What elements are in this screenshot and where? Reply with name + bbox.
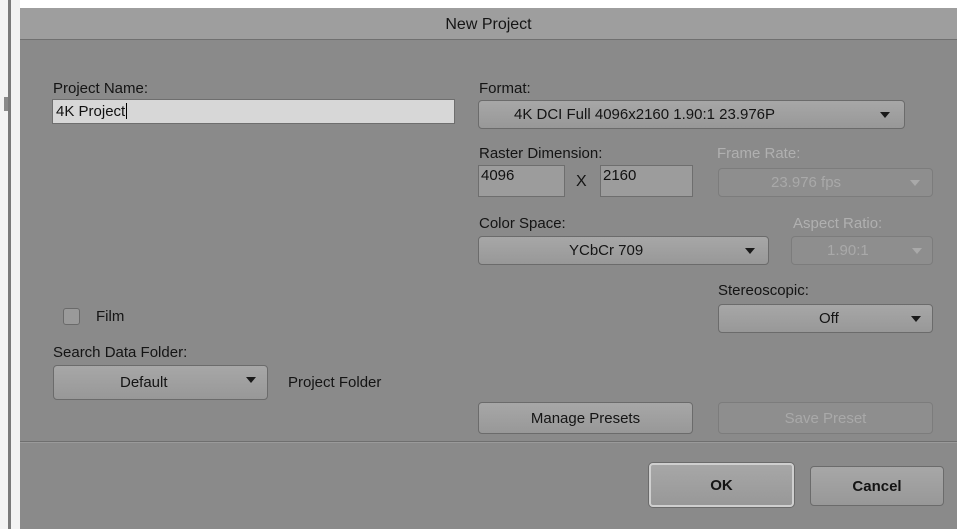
footer-separator — [20, 441, 957, 442]
text-caret — [126, 103, 128, 119]
title-bar[interactable]: New Project — [20, 8, 957, 40]
chevron-down-icon — [246, 376, 256, 383]
film-label[interactable]: Film — [96, 308, 124, 325]
format-dropdown[interactable]: 4K DCI Full 4096x2160 1.90:1 23.976P — [478, 100, 905, 129]
dialog-title: New Project — [445, 16, 532, 33]
frame-rate-selected-value: 23.976 fps — [771, 174, 842, 191]
format-label: Format: — [479, 80, 531, 97]
chevron-down-icon — [745, 247, 755, 254]
color-space-dropdown[interactable]: YCbCr 709 — [478, 236, 769, 265]
stereoscopic-dropdown[interactable]: Off — [718, 304, 933, 333]
new-project-dialog: New Project Project Name: 4K Project For… — [20, 8, 957, 529]
aspect-ratio-label: Aspect Ratio: — [793, 215, 883, 232]
aspect-ratio-selected-value: 1.90:1 — [827, 242, 869, 259]
window-border-tick — [4, 97, 8, 111]
dimension-separator: X — [576, 173, 587, 190]
stereoscopic-selected-value: Off — [819, 310, 839, 327]
project-name-value: 4K Project — [56, 103, 126, 120]
chevron-down-icon — [880, 111, 890, 118]
chevron-down-icon — [911, 315, 921, 322]
search-data-folder-selected-value: Default — [120, 374, 168, 391]
project-name-input[interactable]: 4K Project — [52, 99, 455, 124]
chevron-down-icon — [912, 247, 922, 254]
frame-rate-label: Frame Rate: — [717, 145, 801, 162]
save-preset-button: Save Preset — [718, 402, 933, 434]
background-window-edge — [0, 0, 20, 529]
raster-width-field[interactable]: 4096 — [478, 165, 565, 197]
ok-button[interactable]: OK — [649, 463, 794, 507]
project-folder-path-label: Project Folder — [288, 374, 382, 391]
window-border-line — [8, 0, 11, 529]
cancel-button[interactable]: Cancel — [810, 466, 944, 506]
format-selected-value: 4K DCI Full 4096x2160 1.90:1 23.976P — [514, 106, 776, 123]
raster-dimension-label: Raster Dimension: — [479, 145, 603, 162]
aspect-ratio-dropdown: 1.90:1 — [791, 236, 933, 265]
manage-presets-button[interactable]: Manage Presets — [478, 402, 693, 434]
color-space-selected-value: YCbCr 709 — [569, 242, 644, 259]
search-data-folder-label: Search Data Folder: — [53, 344, 188, 361]
chevron-down-icon — [910, 179, 920, 186]
color-space-label: Color Space: — [479, 215, 566, 232]
film-checkbox[interactable] — [63, 308, 80, 325]
raster-height-field[interactable]: 2160 — [600, 165, 693, 197]
stereoscopic-label: Stereoscopic: — [718, 282, 809, 299]
project-name-label: Project Name: — [53, 80, 149, 97]
frame-rate-dropdown: 23.976 fps — [718, 168, 933, 197]
search-data-folder-dropdown[interactable]: Default — [53, 365, 268, 400]
